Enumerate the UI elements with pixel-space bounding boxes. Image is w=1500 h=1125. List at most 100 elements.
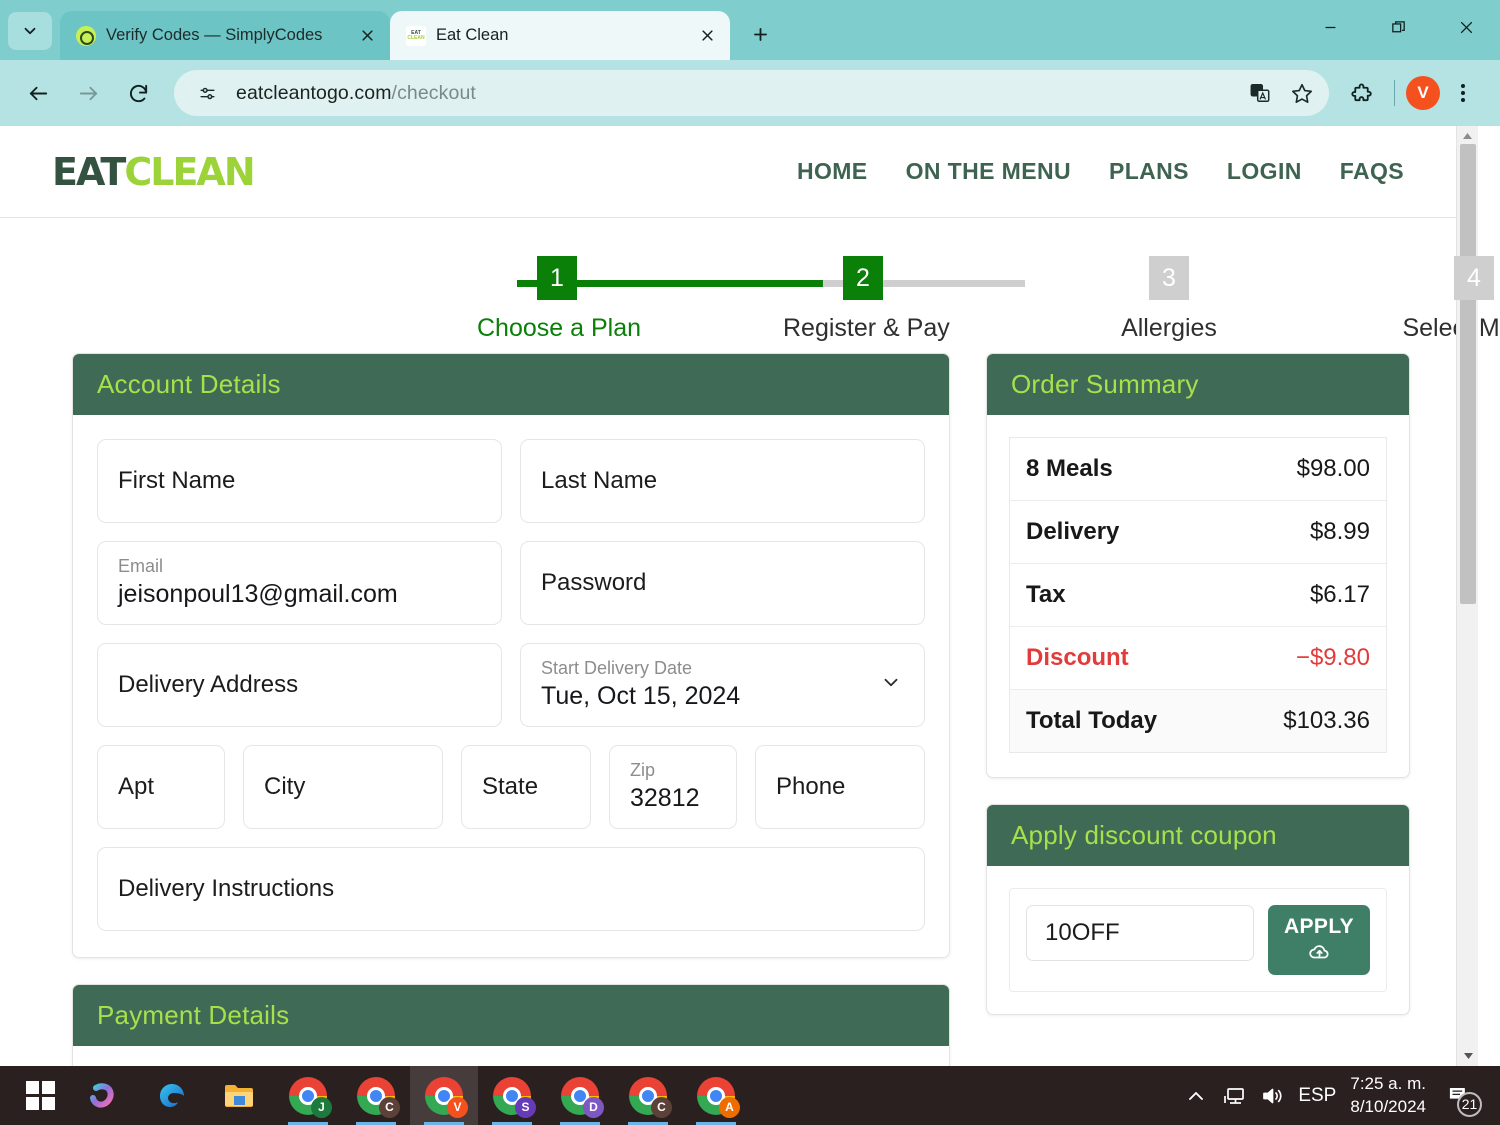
- coupon-code-input[interactable]: 10OFF: [1026, 905, 1254, 961]
- coupon-body: 10OFF APPLY: [987, 866, 1409, 1014]
- url-domain: eatcleantogo.com: [236, 81, 392, 104]
- extensions-puzzle-icon[interactable]: [1341, 72, 1383, 114]
- three-dot-menu-icon[interactable]: [1442, 72, 1484, 114]
- nav-item-plans[interactable]: PLANS: [1109, 158, 1189, 185]
- delivery-address-input[interactable]: Delivery Address: [97, 643, 502, 727]
- scroll-up-arrow-icon[interactable]: [1457, 126, 1478, 146]
- summary-amount: −$9.80: [1295, 644, 1370, 671]
- zip-input[interactable]: Zip 32812: [609, 745, 737, 829]
- back-arrow-icon[interactable]: [16, 71, 60, 115]
- step-4-select-meals[interactable]: 4 Select Meals: [1394, 242, 1500, 343]
- profile-badge: S: [515, 1096, 536, 1118]
- state-placeholder: State: [482, 773, 539, 800]
- nav-item-login[interactable]: LOGIN: [1227, 158, 1302, 185]
- step-label: Select Meals: [1402, 314, 1500, 342]
- apt-input[interactable]: Apt: [97, 745, 225, 829]
- step-3-allergies[interactable]: 3 Allergies: [1089, 242, 1249, 343]
- step-1-choose-a-plan[interactable]: 1 Choose a Plan: [477, 242, 641, 343]
- language-indicator[interactable]: ESP: [1298, 1085, 1336, 1107]
- form-row-name: First Name Last Name: [97, 439, 925, 523]
- site-settings-icon[interactable]: [192, 78, 222, 108]
- copilot-icon[interactable]: [70, 1066, 138, 1125]
- restore-icon[interactable]: [1364, 0, 1432, 55]
- password-input[interactable]: Password: [520, 541, 925, 625]
- order-summary-title: Order Summary: [1011, 369, 1199, 399]
- last-name-input[interactable]: Last Name: [520, 439, 925, 523]
- close-icon[interactable]: [354, 23, 380, 49]
- chrome-window-c2[interactable]: C: [614, 1066, 682, 1125]
- clock[interactable]: 7:25 a. m. 8/10/2024: [1350, 1073, 1426, 1119]
- clock-date: 8/10/2024: [1350, 1096, 1426, 1116]
- first-name-placeholder: First Name: [118, 467, 236, 494]
- apply-button-label: APPLY: [1283, 915, 1355, 938]
- minimize-icon[interactable]: [1296, 0, 1364, 55]
- eatclean-logo[interactable]: EAT CLEAN: [52, 150, 256, 194]
- chrome-window-v[interactable]: V: [410, 1066, 478, 1125]
- avatar[interactable]: V: [1406, 76, 1440, 110]
- cloud-upload-icon: [1307, 942, 1332, 965]
- clock-time: 7:25 a. m.: [1350, 1073, 1426, 1093]
- browser-tab-simplycodes[interactable]: Verify Codes — SimplyCodes: [60, 11, 390, 60]
- notifications-icon[interactable]: 21: [1440, 1077, 1482, 1117]
- first-name-input[interactable]: First Name: [97, 439, 502, 523]
- email-input[interactable]: Email jeisonpoul13@gmail.com: [97, 541, 502, 625]
- close-icon[interactable]: [1432, 0, 1500, 55]
- browser-window: Verify Codes — SimplyCodes EAT CLEAN Eat…: [0, 0, 1500, 1066]
- account-details-body: First Name Last Name Email jeisonpoul13@…: [73, 415, 949, 957]
- payment-details-title: Payment Details: [97, 1000, 290, 1030]
- system-tray: ESP 7:25 a. m. 8/10/2024 21: [1184, 1073, 1490, 1119]
- summary-row-meals: 8 Meals $98.00: [1010, 438, 1386, 501]
- star-icon[interactable]: [1283, 74, 1321, 112]
- address-bar[interactable]: eatcleantogo.com/checkout G: [174, 70, 1329, 116]
- browser-tab-eat-clean[interactable]: EAT CLEAN Eat Clean: [390, 11, 730, 60]
- network-monitor-icon[interactable]: [1222, 1084, 1246, 1108]
- chrome-window-s[interactable]: S: [478, 1066, 546, 1125]
- edge-icon[interactable]: [138, 1066, 206, 1125]
- tab-search-chevron-icon[interactable]: [8, 12, 52, 50]
- coupon-title: Apply discount coupon: [1011, 820, 1277, 850]
- chrome-window-c1[interactable]: C: [342, 1066, 410, 1125]
- file-explorer-icon[interactable]: [206, 1066, 274, 1125]
- browser-toolbar: eatcleantogo.com/checkout G V: [0, 60, 1500, 126]
- order-summary-card: Order Summary 8 Meals $98.00 Delivery $8…: [986, 353, 1410, 778]
- chrome-window-d[interactable]: D: [546, 1066, 614, 1125]
- summary-row-delivery: Delivery $8.99: [1010, 501, 1386, 564]
- notification-count-badge: 21: [1457, 1091, 1482, 1117]
- summary-row-tax: Tax $6.17: [1010, 564, 1386, 627]
- nav-item-home[interactable]: HOME: [797, 158, 868, 185]
- nav-item-faqs[interactable]: FAQS: [1340, 158, 1404, 185]
- payment-details-card: Payment Details: [72, 984, 950, 1066]
- chevron-up-icon[interactable]: [1184, 1084, 1208, 1108]
- summary-label: Tax: [1026, 581, 1066, 608]
- chevron-down-icon[interactable]: [880, 672, 902, 699]
- nav-item-on-the-menu[interactable]: ON THE MENU: [906, 158, 1071, 185]
- summary-label: Delivery: [1026, 518, 1120, 545]
- profile-badge: V: [447, 1096, 468, 1118]
- city-input[interactable]: City: [243, 745, 443, 829]
- volume-icon[interactable]: [1260, 1084, 1284, 1108]
- chrome-window-a[interactable]: A: [682, 1066, 750, 1125]
- phone-placeholder: Phone: [776, 773, 846, 800]
- scrollbar-thumb[interactable]: [1460, 144, 1476, 604]
- chrome-window-j[interactable]: J: [274, 1066, 342, 1125]
- start-delivery-date-select[interactable]: Start Delivery Date Tue, Oct 15, 2024: [520, 643, 925, 727]
- close-icon[interactable]: [694, 23, 720, 49]
- summary-amount: $98.00: [1296, 455, 1370, 482]
- site-header: EAT CLEAN HOME ON THE MENU PLANS LOGIN FA…: [0, 126, 1478, 218]
- payment-details-body: [73, 1046, 949, 1066]
- apply-coupon-button[interactable]: APPLY: [1268, 905, 1370, 975]
- step-label: Allergies: [1121, 314, 1217, 342]
- windows-start-icon[interactable]: [10, 1066, 70, 1125]
- phone-input[interactable]: Phone: [755, 745, 925, 829]
- zip-value: 32812: [630, 784, 700, 813]
- order-summary-header: Order Summary: [987, 354, 1409, 415]
- checkout-page: EAT CLEAN HOME ON THE MENU PLANS LOGIN FA…: [0, 126, 1500, 1066]
- reload-icon[interactable]: [116, 71, 160, 115]
- step-2-register-and-pay[interactable]: 2 Register & Pay: [783, 242, 950, 343]
- order-summary-body: 8 Meals $98.00 Delivery $8.99 Tax $6.17: [987, 415, 1409, 777]
- translate-icon[interactable]: G: [1241, 74, 1279, 112]
- state-input[interactable]: State: [461, 745, 591, 829]
- new-tab-plus-icon[interactable]: [740, 14, 780, 54]
- scroll-down-arrow-icon[interactable]: [1457, 1046, 1479, 1066]
- delivery-instructions-input[interactable]: Delivery Instructions: [97, 847, 925, 931]
